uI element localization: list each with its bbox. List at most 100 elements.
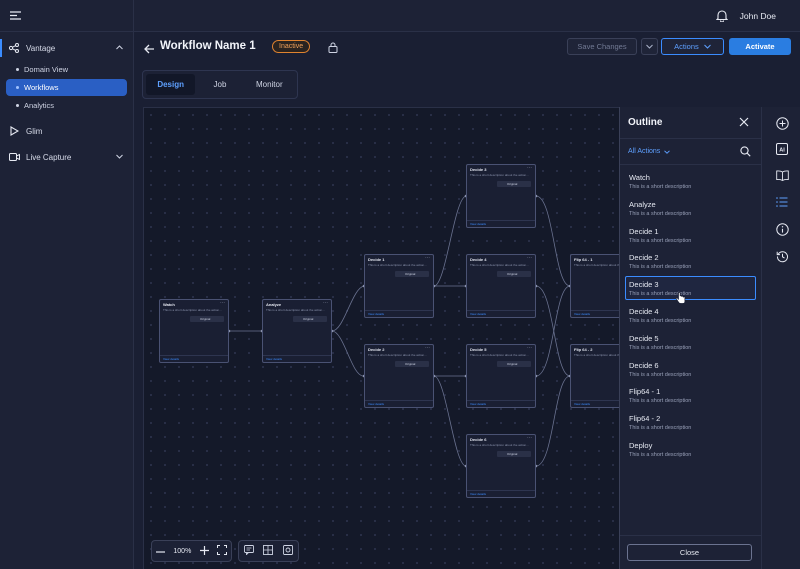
- sidebar-item-analytics[interactable]: Analytics: [6, 97, 127, 114]
- node-view-details-link[interactable]: View details: [470, 402, 486, 406]
- more-horizontal-icon[interactable]: ⋯: [220, 300, 225, 306]
- chevron-down-icon[interactable]: [116, 152, 123, 161]
- more-horizontal-icon[interactable]: ⋯: [527, 165, 532, 171]
- outline-item-flip64-1[interactable]: Flip64 - 1 This is a short description: [625, 383, 756, 407]
- sidebar-group-vantage[interactable]: Vantage: [0, 35, 133, 61]
- more-options-button[interactable]: [641, 38, 658, 55]
- more-horizontal-icon[interactable]: ⋯: [425, 255, 430, 261]
- outline-filter-dropdown[interactable]: All Actions: [620, 139, 761, 165]
- menu-toggle-icon[interactable]: [10, 7, 21, 25]
- layout-grid-icon[interactable]: [263, 542, 274, 560]
- node-view-details-link[interactable]: View details: [368, 312, 384, 316]
- node-decide-2[interactable]: Decide 2 ⋯ This is a short description a…: [364, 344, 434, 408]
- node-description: This is a short description about the ac…: [470, 263, 529, 267]
- zoom-out-icon[interactable]: [156, 548, 166, 555]
- zoom-in-icon[interactable]: [199, 545, 209, 557]
- outline-title: Outline: [628, 117, 663, 128]
- node-view-details-link[interactable]: View details: [368, 402, 384, 406]
- chevron-up-icon[interactable]: [116, 43, 123, 52]
- tab-job[interactable]: Job: [195, 74, 244, 95]
- node-view-details-link[interactable]: View details: [574, 402, 590, 406]
- sidebar-item-label: Analytics: [24, 101, 55, 110]
- node-description: This is a short description about the ac…: [266, 308, 325, 312]
- node-version-chip: Original: [497, 181, 531, 187]
- activate-button[interactable]: Activate: [729, 38, 791, 55]
- node-decide-1[interactable]: Decide 1 ⋯ This is a short description a…: [364, 254, 434, 318]
- book-icon[interactable]: [775, 168, 789, 182]
- node-title: Flip 64 - 2: [574, 347, 593, 352]
- user-name[interactable]: John Doe: [740, 11, 776, 21]
- close-button[interactable]: Close: [627, 544, 752, 561]
- search-icon[interactable]: [740, 146, 751, 159]
- outline-item-decide-1[interactable]: Decide 1 This is a short description: [625, 223, 756, 247]
- node-decide-3[interactable]: Decide 3 ⋯ This is a short description a…: [466, 164, 536, 228]
- outline-item-decide-6[interactable]: Decide 6 This is a short description: [625, 357, 756, 381]
- sidebar-group-live-capture[interactable]: Live Capture: [0, 144, 133, 170]
- more-horizontal-icon[interactable]: ⋯: [527, 435, 532, 441]
- ai-icon-label: AI: [779, 147, 785, 153]
- node-view-details-link[interactable]: View details: [470, 492, 486, 496]
- outline-item-watch[interactable]: Watch This is a short description: [625, 169, 756, 193]
- node-description: This is a short description about the ac…: [163, 308, 222, 312]
- outline-item-flip64-2[interactable]: Flip64 - 2 This is a short description: [625, 410, 756, 434]
- node-flip64-2[interactable]: Flip 64 - 2 This is a short description …: [570, 344, 633, 408]
- outline-item-deploy[interactable]: Deploy This is a short description: [625, 437, 756, 461]
- sidebar-item-label: Workflows: [24, 83, 59, 92]
- actions-button[interactable]: Actions: [661, 38, 724, 55]
- sidebar-group-label: Live Capture: [26, 152, 72, 162]
- node-view-details-link[interactable]: View details: [266, 357, 282, 361]
- bell-icon[interactable]: [715, 9, 729, 27]
- ai-icon[interactable]: AI: [775, 142, 789, 156]
- more-horizontal-icon[interactable]: ⋯: [527, 345, 532, 351]
- sidebar-item-domain-view[interactable]: Domain View: [6, 61, 127, 78]
- node-view-details-link[interactable]: View details: [470, 222, 486, 226]
- node-title: Decide 2: [368, 347, 385, 352]
- node-flip64-1[interactable]: Flip 64 - 1 This is a short description …: [570, 254, 633, 318]
- outline-item-decide-4[interactable]: Decide 4 This is a short description: [625, 303, 756, 327]
- more-horizontal-icon[interactable]: ⋯: [323, 300, 328, 306]
- list-icon[interactable]: [775, 195, 789, 209]
- node-view-details-link[interactable]: View details: [574, 312, 590, 316]
- sidebar-group-glim[interactable]: Glim: [0, 118, 133, 144]
- bullet-icon: [16, 104, 19, 107]
- sidebar-item-workflows[interactable]: Workflows: [6, 79, 127, 96]
- close-icon[interactable]: [739, 117, 749, 130]
- node-view-details-link[interactable]: View details: [470, 312, 486, 316]
- outline-item-name: Decide 5: [629, 333, 659, 343]
- node-decide-6[interactable]: Decide 6 ⋯ This is a short description a…: [466, 434, 536, 498]
- more-horizontal-icon[interactable]: ⋯: [527, 255, 532, 261]
- node-divider: [365, 400, 433, 401]
- add-circle-icon[interactable]: [775, 116, 789, 130]
- node-decide-5[interactable]: Decide 5 ⋯ This is a short description a…: [466, 344, 536, 408]
- lock-icon[interactable]: [328, 40, 338, 58]
- node-decide-4[interactable]: Decide 4 ⋯ This is a short description a…: [466, 254, 536, 318]
- outline-header: Outline: [620, 107, 761, 139]
- canvas-tools: [238, 540, 299, 562]
- bullet-icon: [16, 68, 19, 71]
- fit-to-screen-icon[interactable]: [216, 545, 227, 557]
- more-horizontal-icon[interactable]: ⋯: [425, 345, 430, 351]
- node-view-details-link[interactable]: View details: [163, 357, 179, 361]
- node-analyze[interactable]: Analyze ⋯ This is a short description ab…: [262, 299, 332, 363]
- top-bar: John Doe: [134, 0, 800, 32]
- tab-monitor[interactable]: Monitor: [245, 74, 294, 95]
- comment-icon[interactable]: [243, 542, 254, 560]
- workflow-canvas[interactable]: Watch ⋯ This is a short description abou…: [143, 107, 633, 569]
- info-icon[interactable]: [775, 222, 789, 236]
- history-icon[interactable]: [775, 249, 789, 263]
- outline-item-name: Decide 2: [629, 253, 659, 263]
- outline-item-decide-3[interactable]: Decide 3 This is a short description: [625, 276, 756, 305]
- outline-item-decide-2[interactable]: Decide 2 This is a short description: [625, 249, 756, 273]
- settings-box-icon[interactable]: [283, 542, 294, 560]
- back-arrow-icon[interactable]: [144, 41, 155, 59]
- outline-item-decide-5[interactable]: Decide 5 This is a short description: [625, 330, 756, 354]
- outline-item-desc: This is a short description: [629, 425, 692, 432]
- outline-item-name: Decide 4: [629, 306, 659, 316]
- save-changes-button[interactable]: Save Changes: [567, 38, 637, 55]
- outline-item-analyze[interactable]: Analyze This is a short description: [625, 196, 756, 220]
- node-title: Decide 1: [368, 257, 385, 262]
- tab-design[interactable]: Design: [146, 74, 196, 95]
- node-description: This is a short description about the ac…: [368, 263, 427, 267]
- node-watch[interactable]: Watch ⋯ This is a short description abou…: [159, 299, 229, 363]
- outline-item-desc: This is a short description: [629, 264, 692, 271]
